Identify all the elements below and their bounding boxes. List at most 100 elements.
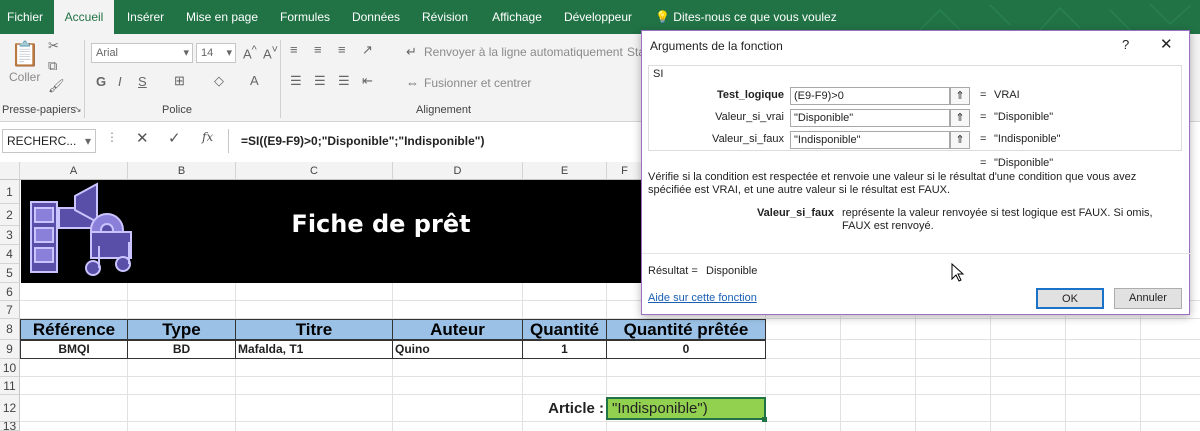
grid-line xyxy=(20,421,1200,422)
tab-fichier[interactable]: Fichier xyxy=(0,0,50,34)
header-type[interactable]: Type xyxy=(127,319,236,340)
article-formula-cell[interactable]: "Indisponible") xyxy=(606,397,766,420)
font-name-select[interactable]: Arial ▾ xyxy=(91,43,193,63)
arg-detail-name: Valeur_si_faux xyxy=(756,207,834,219)
italic-icon[interactable]: I xyxy=(118,74,122,89)
column-header-f[interactable]: F xyxy=(607,162,643,180)
overall-equals: = xyxy=(980,157,987,169)
insert-function-icon[interactable]: fx xyxy=(202,130,213,144)
wrap-text-icon[interactable]: ↵ xyxy=(406,44,417,60)
more-dots-icon: ⋮ xyxy=(106,130,118,144)
align-center-icon[interactable]: ☰ xyxy=(314,73,326,89)
cell-d9[interactable]: Quino xyxy=(392,340,523,359)
header-quantite[interactable]: Quantité xyxy=(522,319,607,340)
row-header[interactable]: 8 xyxy=(0,319,20,340)
tab-affichage[interactable]: Affichage xyxy=(483,0,551,34)
ribbon-separator xyxy=(84,40,85,118)
help-link[interactable]: Aide sur cette fonction xyxy=(648,292,757,304)
row-header[interactable]: 9 xyxy=(0,340,20,359)
collapse-dialog-icon[interactable]: ⇑ xyxy=(950,131,970,149)
align-left-icon[interactable]: ☰ xyxy=(290,73,302,89)
cell-f9[interactable]: 0 xyxy=(606,340,766,359)
tab-donnees[interactable]: Données xyxy=(345,0,407,34)
font-color-icon[interactable]: A xyxy=(250,73,259,88)
merge-center-button[interactable]: Fusionner et centrer xyxy=(424,76,531,90)
header-titre[interactable]: Titre xyxy=(235,319,393,340)
arg-equals: = xyxy=(980,133,987,145)
tab-developpeur[interactable]: Développeur xyxy=(558,0,638,34)
column-header-b[interactable]: B xyxy=(128,162,236,180)
tab-mise-en-page[interactable]: Mise en page xyxy=(178,0,266,34)
arg-input-test-logique[interactable]: (E9-F9)>0 xyxy=(790,87,950,105)
banner-title: Fiche de prêt xyxy=(291,210,471,238)
column-header-e[interactable]: E xyxy=(523,162,607,180)
header-quantite-pretee[interactable]: Quantité prêtée xyxy=(606,319,766,340)
row-header[interactable]: 12 xyxy=(0,395,20,422)
arg-input-valeur-si-faux[interactable]: "Indisponible" xyxy=(790,131,950,149)
header-auteur[interactable]: Auteur xyxy=(392,319,523,340)
row-header[interactable]: 1 xyxy=(0,180,20,204)
enter-check-icon[interactable]: ✓ xyxy=(168,129,181,147)
column-header-d[interactable]: D xyxy=(393,162,523,180)
collapse-dialog-icon[interactable]: ⇑ xyxy=(950,87,970,105)
tab-formules[interactable]: Formules xyxy=(272,0,338,34)
clipboard-launcher-icon[interactable]: ↘ xyxy=(74,104,82,115)
ok-button[interactable]: OK xyxy=(1036,288,1104,309)
result-label: Résultat = xyxy=(648,265,698,277)
align-top-icon[interactable]: ≡ xyxy=(290,42,298,57)
tab-revision[interactable]: Révision xyxy=(414,0,476,34)
row-header[interactable]: 4 xyxy=(0,245,20,264)
fill-color-icon[interactable]: ◇ xyxy=(214,73,224,89)
select-all-corner[interactable] xyxy=(0,162,20,180)
ribbon-separator xyxy=(280,40,281,118)
grid-line xyxy=(20,394,1200,395)
paste-icon[interactable]: 📋 xyxy=(10,40,40,70)
copy-icon[interactable]: ⧉ xyxy=(48,58,57,74)
close-icon[interactable]: ✕ xyxy=(1160,35,1173,53)
tab-inserer[interactable]: Insérer xyxy=(118,0,173,34)
row-header[interactable]: 3 xyxy=(0,226,20,245)
orientation-icon[interactable]: ↗ xyxy=(362,42,373,58)
align-middle-icon[interactable]: ≡ xyxy=(314,42,322,57)
format-painter-icon[interactable]: 🖌 xyxy=(48,78,65,94)
bold-icon[interactable]: G xyxy=(96,74,106,89)
arg-input-valeur-si-vrai[interactable]: "Disponible" xyxy=(790,109,950,127)
column-header-c[interactable]: C xyxy=(236,162,393,180)
decrease-font-icon[interactable]: A˅ xyxy=(263,44,278,61)
formula-input[interactable]: =SI((E9-F9)>0;"Disponible";"Indisponible… xyxy=(228,129,638,153)
help-button[interactable]: ? xyxy=(1122,37,1129,52)
align-right-icon[interactable]: ☰ xyxy=(338,73,350,89)
font-group-label: Police xyxy=(162,104,192,116)
indent-icon[interactable]: ⇤ xyxy=(362,73,373,89)
cell-e9[interactable]: 1 xyxy=(522,340,607,359)
paste-label[interactable]: Coller xyxy=(9,70,40,84)
row-header[interactable]: 6 xyxy=(0,283,20,301)
merge-icon[interactable]: ⇔ xyxy=(406,75,419,90)
cut-icon[interactable]: ✂ xyxy=(48,38,59,54)
tab-accueil[interactable]: Accueil xyxy=(54,0,114,34)
increase-font-icon[interactable]: A^ xyxy=(243,44,257,61)
font-size-select[interactable]: 14 ▾ xyxy=(196,43,236,63)
cell-c9[interactable]: Mafalda, T1 xyxy=(235,340,393,359)
fill-handle[interactable] xyxy=(762,417,767,422)
row-header[interactable]: 5 xyxy=(0,264,20,283)
row-header[interactable]: 13 xyxy=(0,422,20,431)
tell-me-box[interactable]: 💡 Dites-nous ce que vous voulez faire xyxy=(655,0,855,58)
article-label: Article : xyxy=(548,400,604,417)
row-header[interactable]: 11 xyxy=(0,377,20,395)
column-header-a[interactable]: A xyxy=(20,162,128,180)
header-reference[interactable]: Référence xyxy=(20,319,128,340)
cell-b9[interactable]: BD xyxy=(127,340,236,359)
row-header[interactable]: 7 xyxy=(0,301,20,319)
borders-icon[interactable]: ⊞ xyxy=(174,73,185,89)
cell-a9[interactable]: BMQI xyxy=(20,340,128,359)
name-box[interactable]: RECHERC... ▾ xyxy=(2,129,96,153)
underline-icon[interactable]: S xyxy=(138,74,147,89)
row-header[interactable]: 2 xyxy=(0,204,20,226)
collapse-dialog-icon[interactable]: ⇑ xyxy=(950,109,970,127)
cancel-button[interactable]: Annuler xyxy=(1114,288,1182,309)
align-bottom-icon[interactable]: ≡ xyxy=(338,42,346,57)
wrap-text-button[interactable]: Renvoyer à la ligne automatiquement xyxy=(424,45,623,59)
cancel-icon[interactable]: ✕ xyxy=(136,129,149,147)
row-header[interactable]: 10 xyxy=(0,359,20,377)
